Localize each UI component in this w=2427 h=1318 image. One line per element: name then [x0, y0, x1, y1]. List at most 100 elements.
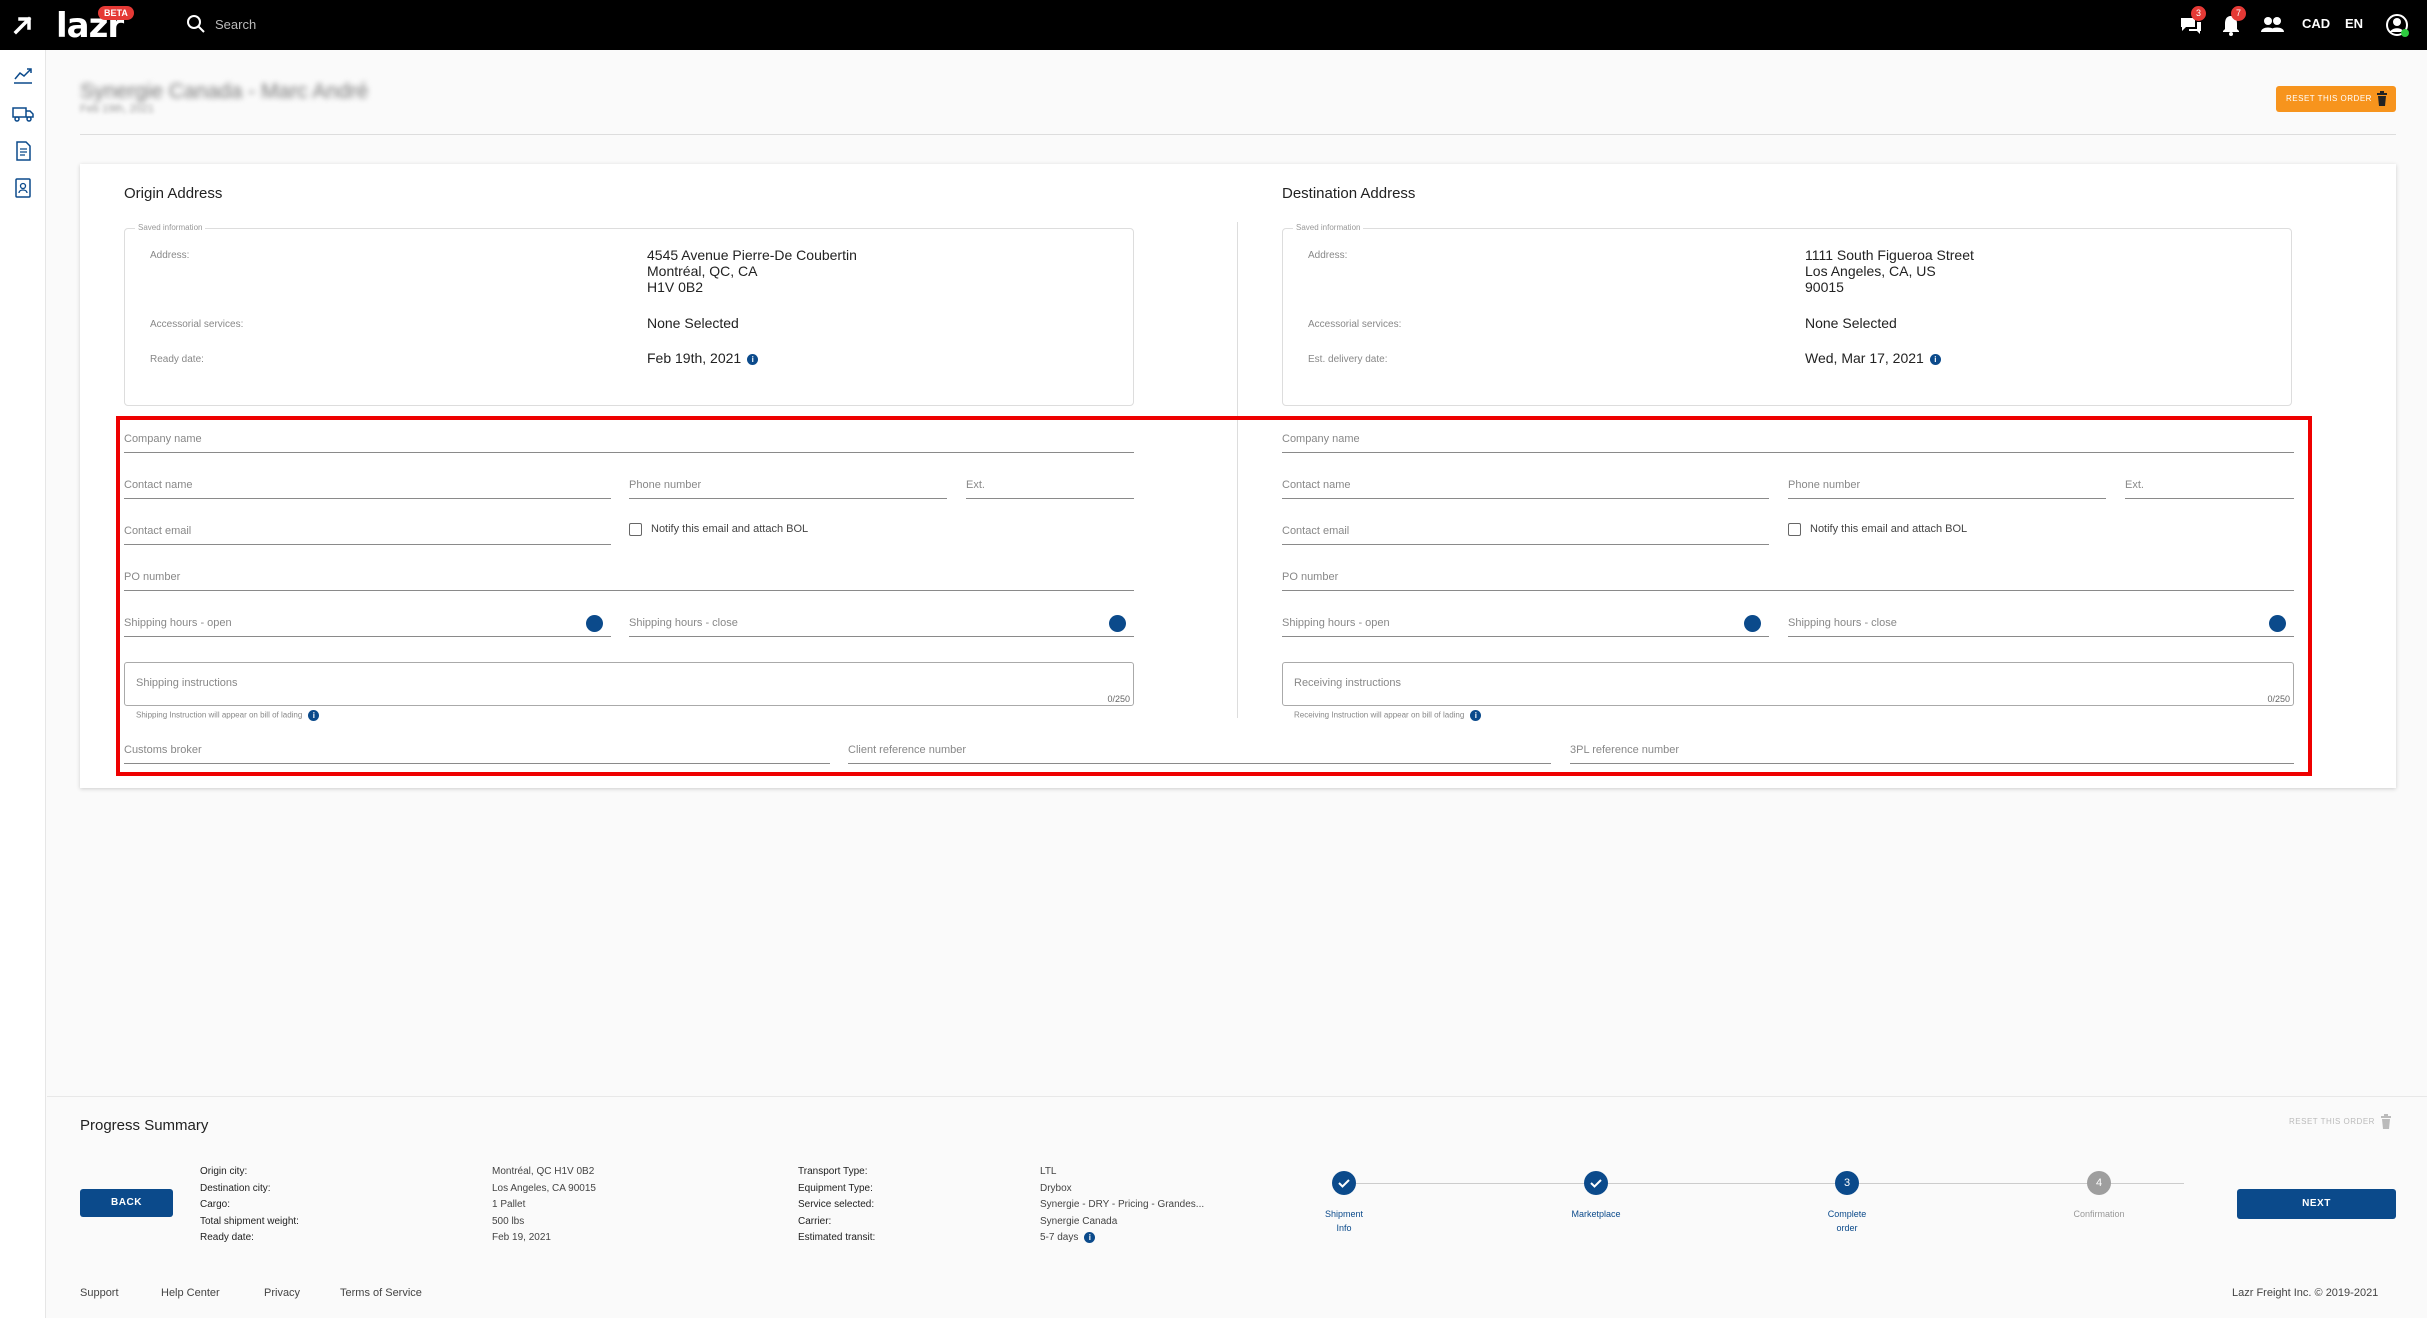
- destination-accessorial-label: Accessorial services:: [1308, 319, 1402, 330]
- account-avatar-icon[interactable]: [2384, 12, 2410, 38]
- summary-value: Synergie - DRY - Pricing - Grandes...: [1040, 1199, 1205, 1210]
- step-2-done[interactable]: [1584, 1171, 1608, 1195]
- origin-ready-date-label: Ready date:: [150, 354, 204, 365]
- origin-address-title: Origin Address: [124, 185, 223, 202]
- stepper-line: [1856, 1183, 2096, 1184]
- summary-label: Carrier:: [798, 1215, 832, 1227]
- saved-info-legend: Saved information: [1293, 223, 1364, 232]
- origin-ready-date-value: Feb 19th, 2021: [647, 350, 742, 366]
- document-icon[interactable]: [12, 140, 34, 162]
- trash-icon[interactable]: [2380, 1114, 2392, 1129]
- summary-label: Total shipment weight:: [200, 1215, 299, 1227]
- check-icon: [1590, 1179, 1602, 1188]
- language-selector[interactable]: EN: [2345, 16, 2363, 31]
- origin-address-line2: Montréal, QC, CA: [647, 263, 758, 279]
- step-label-line: Info: [1336, 1223, 1352, 1233]
- summary-value: Synergie Canada: [1040, 1215, 1118, 1227]
- next-button[interactable]: NEXT: [2237, 1189, 2396, 1219]
- summary-labels-col1: Origin city: Destination city: Cargo: To…: [200, 1164, 299, 1247]
- transit-value: 5-7 days: [1040, 1232, 1079, 1243]
- origin-address-label: Address:: [150, 250, 190, 261]
- beta-badge: BETA: [98, 6, 134, 20]
- origin-ready-date: Feb 19th, 2021 i: [647, 350, 759, 366]
- step-3-label[interactable]: Complete order: [1807, 1207, 1887, 1235]
- destination-delivery-date: Wed, Mar 17, 2021 i: [1805, 350, 1941, 366]
- step-2-label[interactable]: Marketplace: [1556, 1207, 1636, 1221]
- order-subtitle: Feb 19th, 2021: [80, 103, 155, 115]
- step-label-line: Complete: [1827, 1209, 1867, 1219]
- destination-delivery-date-value: Wed, Mar 17, 2021: [1805, 350, 1924, 366]
- destination-address-label: Address:: [1308, 250, 1348, 261]
- summary-label: Destination city:: [200, 1182, 271, 1194]
- top-navigation-bar: lazr BETA Search 3 7 CAD EN: [0, 0, 2427, 50]
- analytics-icon[interactable]: [12, 64, 34, 86]
- destination-delivery-date-label: Est. delivery date:: [1308, 354, 1388, 365]
- origin-saved-information: Saved information: [124, 223, 1134, 406]
- origin-address-line1: 4545 Avenue Pierre-De Coubertin: [647, 247, 857, 263]
- info-icon[interactable]: i: [1929, 353, 1941, 365]
- step-label-line: Shipment: [1324, 1209, 1364, 1219]
- reset-order-label: RESET THIS ORDER: [2286, 94, 2372, 103]
- summary-label: Ready date:: [200, 1232, 254, 1243]
- summary-label: Cargo:: [200, 1199, 231, 1210]
- trash-icon: [2377, 91, 2387, 106]
- summary-label: Equipment Type:: [798, 1182, 873, 1194]
- summary-value: 500 lbs: [492, 1215, 525, 1227]
- summary-value: Drybox: [1040, 1182, 1072, 1194]
- footer-copyright: Lazr Freight Inc. © 2019-2021: [2232, 1287, 2379, 1299]
- destination-address-title: Destination Address: [1282, 185, 1416, 202]
- summary-value: 1 Pallet: [492, 1199, 526, 1210]
- destination-accessorial-value: None Selected: [1805, 315, 1897, 331]
- summary-value: Los Angeles, CA 90015: [492, 1182, 596, 1194]
- step-label-line: order: [1836, 1223, 1858, 1233]
- summary-label: Transport Type:: [798, 1166, 868, 1177]
- summary-values-col1: Montréal, QC H1V 0B2 Los Angeles, CA 900…: [492, 1164, 596, 1247]
- progress-summary-title: Progress Summary: [80, 1117, 209, 1134]
- destination-address-line2: Los Angeles, CA, US: [1805, 263, 1936, 279]
- back-button[interactable]: BACK: [80, 1189, 173, 1217]
- summary-label: Estimated transit:: [798, 1232, 876, 1243]
- step-1-done[interactable]: [1332, 1171, 1356, 1195]
- summary-label: Service selected:: [798, 1199, 875, 1210]
- destination-address-line3: 90015: [1805, 279, 1844, 295]
- users-icon[interactable]: [2259, 12, 2285, 38]
- highlight-box: [116, 416, 2312, 776]
- summary-values-col2: LTL Drybox Synergie - DRY - Pricing - Gr…: [1040, 1164, 1204, 1247]
- destination-address-line1: 1111 South Figueroa Street: [1805, 247, 1974, 263]
- footer-terms-link[interactable]: Terms of Service: [340, 1287, 422, 1299]
- check-icon: [1338, 1179, 1350, 1188]
- summary-value: Feb 19, 2021: [492, 1232, 551, 1243]
- truck-icon[interactable]: [12, 102, 34, 124]
- summary-labels-col2: Transport Type: Equipment Type: Service …: [798, 1164, 875, 1247]
- left-sidebar: [0, 50, 46, 1318]
- messages-count-badge: 3: [2191, 6, 2206, 21]
- reset-order-link[interactable]: RESET THIS ORDER: [2289, 1117, 2375, 1126]
- summary-value: LTL: [1040, 1166, 1057, 1177]
- order-title: Synergie Canada - Marc André: [80, 80, 369, 103]
- step-4-todo[interactable]: 4: [2087, 1171, 2111, 1195]
- info-icon[interactable]: i: [1084, 1231, 1096, 1243]
- step-4-label[interactable]: Confirmation: [2059, 1207, 2139, 1221]
- summary-value: 5-7 days i: [1040, 1230, 1204, 1247]
- currency-selector[interactable]: CAD: [2302, 16, 2330, 31]
- footer-support-link[interactable]: Support: [80, 1287, 119, 1299]
- origin-address-line3: H1V 0B2: [647, 279, 704, 295]
- notifications-count-badge: 7: [2231, 6, 2246, 21]
- footer-privacy-link[interactable]: Privacy: [264, 1287, 300, 1299]
- origin-accessorial-value: None Selected: [647, 315, 739, 331]
- lazr-arrow-logo-icon[interactable]: [12, 14, 34, 36]
- search-icon[interactable]: [186, 14, 206, 34]
- footer-help-center-link[interactable]: Help Center: [161, 1287, 220, 1299]
- header-divider: [80, 134, 2396, 135]
- step-3-current[interactable]: 3: [1835, 1171, 1859, 1195]
- destination-saved-information: Saved information: [1282, 223, 2292, 406]
- reset-order-button[interactable]: RESET THIS ORDER: [2276, 86, 2396, 112]
- step-1-label[interactable]: Shipment Info: [1304, 1207, 1384, 1235]
- saved-info-legend: Saved information: [135, 223, 206, 232]
- summary-value: Montréal, QC H1V 0B2: [492, 1166, 595, 1177]
- search-input[interactable]: Search: [215, 17, 256, 32]
- contacts-icon[interactable]: [12, 177, 34, 199]
- info-icon[interactable]: i: [747, 353, 759, 365]
- origin-accessorial-label: Accessorial services:: [150, 319, 244, 330]
- summary-label: Origin city:: [200, 1166, 248, 1177]
